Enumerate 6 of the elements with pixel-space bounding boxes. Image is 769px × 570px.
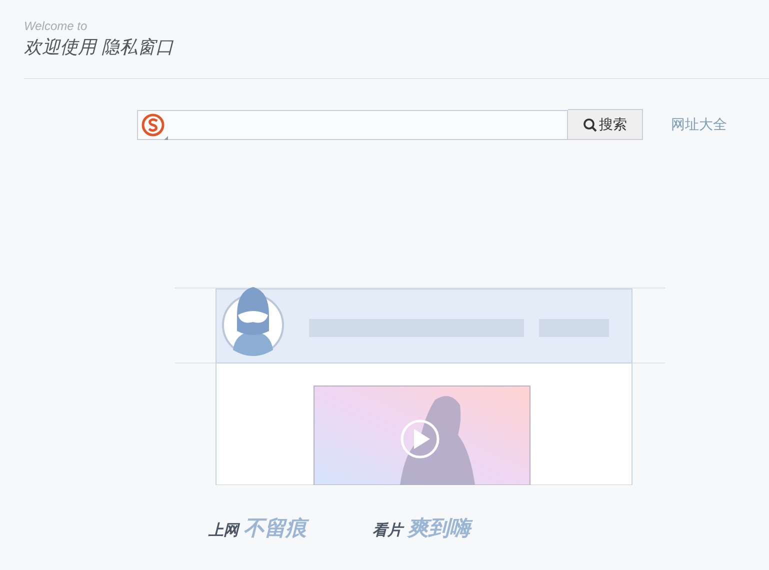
search-button[interactable]: 搜索 (568, 109, 643, 140)
welcome-subtitle: Welcome to (24, 19, 88, 33)
search-icon (583, 118, 597, 132)
page-title: 欢迎使用 隐私窗口 (24, 36, 174, 59)
search-field[interactable] (137, 110, 568, 140)
slogan: 看片 爽到嗨 (372, 514, 470, 542)
